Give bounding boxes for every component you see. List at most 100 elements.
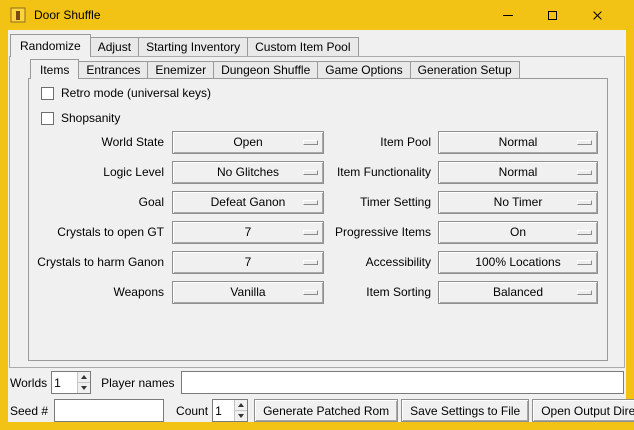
item-sorting-label: Item Sorting xyxy=(331,285,431,299)
menu-indicator-icon xyxy=(577,200,592,205)
shopsanity-label: Shopsanity xyxy=(61,111,120,125)
arrow-down-icon xyxy=(81,386,87,390)
logic-level-value: No Glitches xyxy=(217,165,279,179)
multiworld-row: Worlds Player names xyxy=(10,371,624,394)
worlds-input[interactable] xyxy=(52,372,77,393)
accessibility-dropdown[interactable]: 100% Locations xyxy=(438,251,598,274)
menu-indicator-icon xyxy=(303,260,318,265)
shopsanity-row: Shopsanity xyxy=(41,111,120,125)
retro-mode-checkbox[interactable] xyxy=(41,87,54,100)
retro-mode-row: Retro mode (universal keys) xyxy=(41,86,211,100)
minimize-button[interactable] xyxy=(485,0,530,30)
worlds-spin-up[interactable] xyxy=(78,372,90,382)
menu-indicator-icon xyxy=(303,170,318,175)
menu-indicator-icon xyxy=(303,230,318,235)
maximize-button[interactable] xyxy=(530,0,575,30)
goal-value: Defeat Ganon xyxy=(211,195,286,209)
crystals-ganon-value: 7 xyxy=(245,255,252,269)
titlebar: Door Shuffle xyxy=(0,0,634,30)
count-spin-arrows xyxy=(234,400,247,421)
count-spin-down[interactable] xyxy=(235,410,247,421)
timer-setting-label: Timer Setting xyxy=(331,195,431,209)
generate-patched-rom-button[interactable]: Generate Patched Rom xyxy=(254,399,398,422)
main-tab-bar: Randomize Adjust Starting Inventory Cust… xyxy=(10,34,359,56)
seed-input[interactable] xyxy=(54,399,164,422)
item-pool-dropdown[interactable]: Normal xyxy=(438,131,598,154)
world-state-label: World State xyxy=(31,135,164,149)
tab-custom-item-pool[interactable]: Custom Item Pool xyxy=(247,37,358,56)
menu-indicator-icon xyxy=(577,260,592,265)
goal-label: Goal xyxy=(31,195,164,209)
minimize-icon xyxy=(503,15,513,16)
tab-starting-inventory[interactable]: Starting Inventory xyxy=(138,37,248,56)
window-content: Randomize Adjust Starting Inventory Cust… xyxy=(8,30,626,422)
item-functionality-dropdown[interactable]: Normal xyxy=(438,161,598,184)
save-settings-button[interactable]: Save Settings to File xyxy=(401,399,529,422)
left-option-column: World State Open Logic Level No Glitches… xyxy=(31,127,324,307)
worlds-spin-down[interactable] xyxy=(78,382,90,393)
crystals-gt-dropdown[interactable]: 7 xyxy=(172,221,324,244)
items-panel: Retro mode (universal keys) Shopsanity W… xyxy=(28,78,608,361)
count-spinbox[interactable] xyxy=(212,399,248,422)
timer-setting-value: No Timer xyxy=(494,195,543,209)
world-state-dropdown[interactable]: Open xyxy=(172,131,324,154)
tab-generation-setup[interactable]: Generation Setup xyxy=(410,61,520,78)
close-icon xyxy=(592,10,603,21)
window-title: Door Shuffle xyxy=(34,8,101,22)
menu-indicator-icon xyxy=(303,290,318,295)
crystals-gt-value: 7 xyxy=(245,225,252,239)
worlds-spinbox[interactable] xyxy=(51,371,91,394)
item-functionality-label: Item Functionality xyxy=(331,165,431,179)
crystals-ganon-label: Crystals to harm Ganon xyxy=(31,255,164,269)
arrow-up-icon xyxy=(238,403,244,407)
menu-indicator-icon xyxy=(577,170,592,175)
tab-game-options[interactable]: Game Options xyxy=(317,61,410,78)
logic-level-dropdown[interactable]: No Glitches xyxy=(172,161,324,184)
open-output-directory-button[interactable]: Open Output Directory xyxy=(532,399,634,422)
arrow-down-icon xyxy=(238,414,244,418)
shopsanity-checkbox[interactable] xyxy=(41,112,54,125)
weapons-dropdown[interactable]: Vanilla xyxy=(172,281,324,304)
maximize-icon xyxy=(548,11,557,20)
window-controls xyxy=(485,0,620,30)
progressive-items-value: On xyxy=(510,225,526,239)
retro-mode-label: Retro mode (universal keys) xyxy=(61,86,211,100)
tab-enemizer[interactable]: Enemizer xyxy=(147,61,214,78)
weapons-label: Weapons xyxy=(31,285,164,299)
logic-level-label: Logic Level xyxy=(31,165,164,179)
tab-entrances[interactable]: Entrances xyxy=(78,61,148,78)
app-icon xyxy=(10,7,26,23)
player-names-input[interactable] xyxy=(181,371,625,394)
arrow-up-icon xyxy=(81,375,87,379)
timer-setting-dropdown[interactable]: No Timer xyxy=(438,191,598,214)
tab-items[interactable]: Items xyxy=(30,59,79,79)
crystals-ganon-dropdown[interactable]: 7 xyxy=(172,251,324,274)
item-pool-value: Normal xyxy=(499,135,538,149)
count-input[interactable] xyxy=(213,400,234,421)
player-names-label: Player names xyxy=(101,376,174,390)
close-button[interactable] xyxy=(575,0,620,30)
worlds-label: Worlds xyxy=(10,376,47,390)
world-state-value: Open xyxy=(233,135,262,149)
tab-randomize[interactable]: Randomize xyxy=(10,34,91,57)
menu-indicator-icon xyxy=(577,140,592,145)
right-option-column: Item Pool Normal Item Functionality Norm… xyxy=(331,127,598,307)
tab-adjust[interactable]: Adjust xyxy=(90,37,139,56)
menu-indicator-icon xyxy=(577,230,592,235)
item-sorting-dropdown[interactable]: Balanced xyxy=(438,281,598,304)
tab-dungeon-shuffle[interactable]: Dungeon Shuffle xyxy=(213,61,318,78)
app-window: Door Shuffle Randomize Adjust Starting I… xyxy=(0,0,634,430)
accessibility-label: Accessibility xyxy=(331,255,431,269)
accessibility-value: 100% Locations xyxy=(475,255,560,269)
count-spin-up[interactable] xyxy=(235,400,247,410)
item-pool-label: Item Pool xyxy=(331,135,431,149)
menu-indicator-icon xyxy=(303,200,318,205)
progressive-items-dropdown[interactable]: On xyxy=(438,221,598,244)
worlds-spin-arrows xyxy=(77,372,90,393)
weapons-value: Vanilla xyxy=(230,285,265,299)
seed-label: Seed # xyxy=(10,404,48,418)
generation-row: Seed # Count Generate Patched Rom Save S… xyxy=(10,399,624,422)
goal-dropdown[interactable]: Defeat Ganon xyxy=(172,191,324,214)
settings-tab-bar: Items Entrances Enemizer Dungeon Shuffle… xyxy=(30,60,520,78)
count-label: Count xyxy=(176,404,208,418)
